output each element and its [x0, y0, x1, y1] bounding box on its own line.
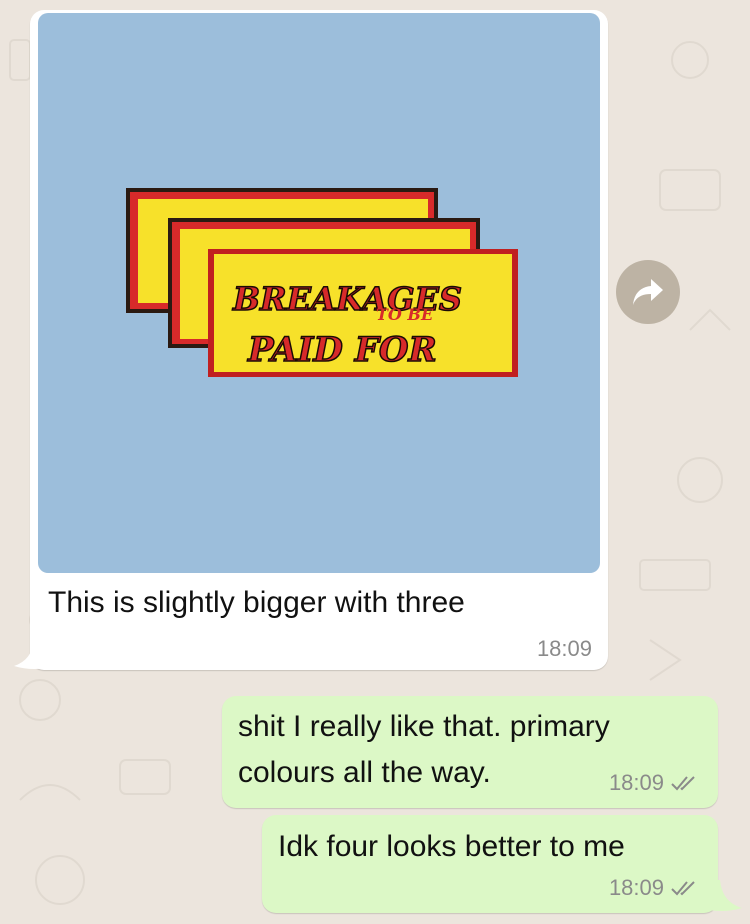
outgoing-message-bubble[interactable]: shit I really like that. primary colours… — [222, 696, 718, 808]
outgoing-message-bubble[interactable]: Idk four looks better to me 18:09 — [262, 815, 718, 913]
message-meta: 18:09 — [609, 875, 700, 901]
double-check-icon — [671, 776, 695, 791]
breakages-sign-image: BREAKAGES TO BE PAID FOR — [126, 188, 518, 377]
outgoing-bubble-tail — [700, 880, 742, 911]
message-timestamp: 18:09 — [536, 636, 592, 661]
shared-image[interactable]: BREAKAGES TO BE PAID FOR — [38, 13, 600, 573]
sign-text-to-be: TO BE — [376, 305, 434, 324]
message-meta: 18:09 — [609, 770, 700, 796]
forward-arrow-icon — [633, 279, 663, 305]
sign-text-paid-for: PAID FOR — [247, 330, 437, 370]
incoming-bubble-tail — [14, 640, 54, 669]
message-text: Idk four looks better to me — [278, 830, 625, 863]
message-timestamp: 18:09 — [608, 770, 664, 795]
message-caption: This is slightly bigger with three — [48, 586, 465, 619]
forward-button[interactable] — [616, 260, 680, 324]
message-timestamp: 18:09 — [608, 875, 664, 900]
double-check-icon — [671, 881, 695, 896]
incoming-message-bubble[interactable]: BREAKAGES TO BE PAID FOR This is slightl… — [30, 10, 608, 670]
